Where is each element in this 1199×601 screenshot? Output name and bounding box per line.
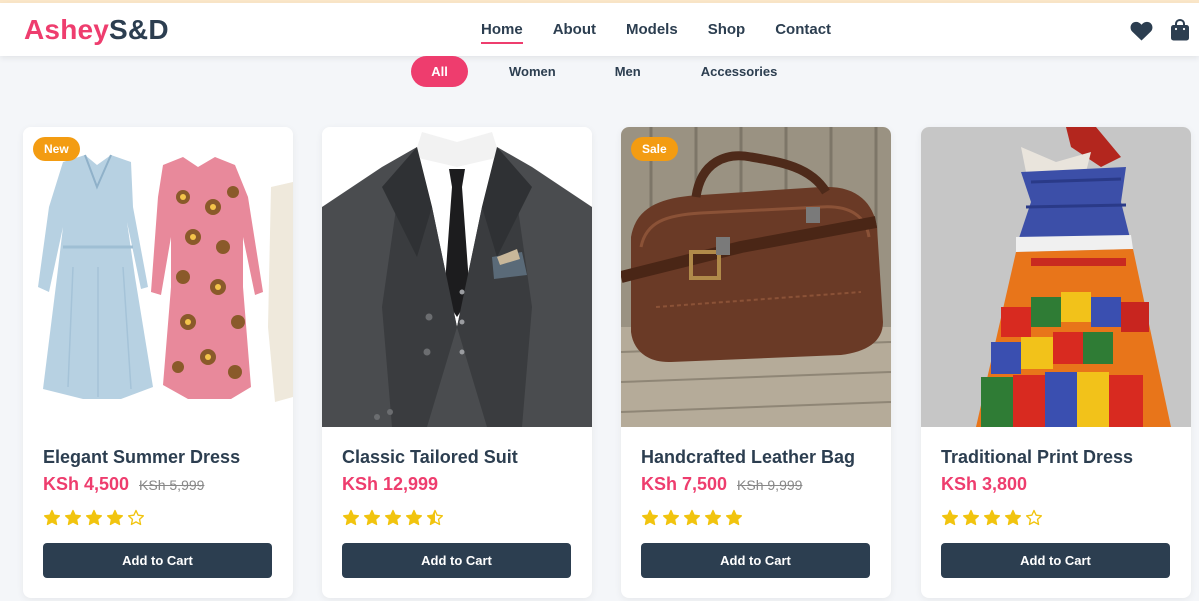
star-full-icon [704,509,722,526]
star-full-icon [683,509,701,526]
star-full-icon [106,509,124,526]
product-image-summer-dress[interactable] [23,127,293,427]
star-full-icon [1004,509,1022,526]
brand-name-part2: S&D [109,14,169,45]
nav-about[interactable]: About [553,21,596,44]
nav-contact[interactable]: Contact [775,21,831,44]
product-price: KSh 4,500 [43,474,130,494]
product-price: KSh 12,999 [342,474,439,494]
star-full-icon [64,509,82,526]
filter-all[interactable]: All [411,56,468,87]
product-card-summer-dress: New Elegant Summer Dress KSh 4,500 KSh 5… [23,127,293,598]
star-full-icon [384,509,402,526]
add-to-cart-button[interactable]: Add to Cart [941,543,1170,578]
badge-sale: Sale [631,137,678,161]
product-card-leather-bag: Sale Handcrafted Leather Bag KSh 7,500 K… [621,127,891,598]
star-full-icon [85,509,103,526]
rating-stars [342,509,447,527]
nav-home[interactable]: Home [481,21,523,44]
main-nav: Home About Models Shop Contact [481,21,861,44]
product-price: KSh 7,500 [641,474,728,494]
star-half-icon [426,509,444,526]
star-full-icon [342,509,360,526]
add-to-cart-button[interactable]: Add to Cart [641,543,870,578]
product-image-print-dress[interactable] [921,127,1191,427]
product-old-price: KSh 9,999 [737,477,803,493]
rating-stars [43,509,148,527]
filter-men[interactable]: Men [615,56,641,87]
badge-new: New [33,137,80,161]
price-row: KSh 3,800 [941,474,1027,495]
price-row: KSh 4,500 KSh 5,999 [43,474,204,495]
rating-stars [941,509,1046,527]
price-row: KSh 7,500 KSh 9,999 [641,474,802,495]
product-price: KSh 3,800 [941,474,1028,494]
add-to-cart-button[interactable]: Add to Cart [43,543,272,578]
brand-name-part1: Ashey [24,14,110,45]
shopping-bag-icon[interactable] [1170,19,1190,41]
product-old-price: KSh 5,999 [139,477,205,493]
price-row: KSh 12,999 [342,474,438,495]
site-header: AsheyS&D Home About Models Shop Contact [0,3,1199,56]
product-image-leather-bag[interactable] [621,127,891,427]
nav-shop[interactable]: Shop [708,21,746,44]
star-full-icon [641,509,659,526]
star-empty-icon [1025,509,1043,526]
star-full-icon [662,509,680,526]
star-full-icon [405,509,423,526]
product-card-tailored-suit: Classic Tailored Suit KSh 12,999 Add to … [322,127,592,598]
filter-accessories[interactable]: Accessories [701,56,778,87]
star-empty-icon [127,509,145,526]
product-card-print-dress: Traditional Print Dress KSh 3,800 Add to… [921,127,1191,598]
heart-icon[interactable] [1130,21,1153,41]
star-full-icon [725,509,743,526]
nav-models[interactable]: Models [626,21,678,44]
star-full-icon [962,509,980,526]
brand-logo[interactable]: AsheyS&D [24,14,169,46]
product-name[interactable]: Traditional Print Dress [941,447,1133,468]
product-image-tailored-suit[interactable] [322,127,592,427]
star-full-icon [983,509,1001,526]
star-full-icon [43,509,61,526]
star-full-icon [363,509,381,526]
filter-women[interactable]: Women [509,56,556,87]
product-name[interactable]: Classic Tailored Suit [342,447,518,468]
product-name[interactable]: Elegant Summer Dress [43,447,240,468]
product-name[interactable]: Handcrafted Leather Bag [641,447,855,468]
add-to-cart-button[interactable]: Add to Cart [342,543,571,578]
rating-stars [641,509,746,527]
category-filters: All Women Men Accessories [411,56,777,87]
star-full-icon [941,509,959,526]
